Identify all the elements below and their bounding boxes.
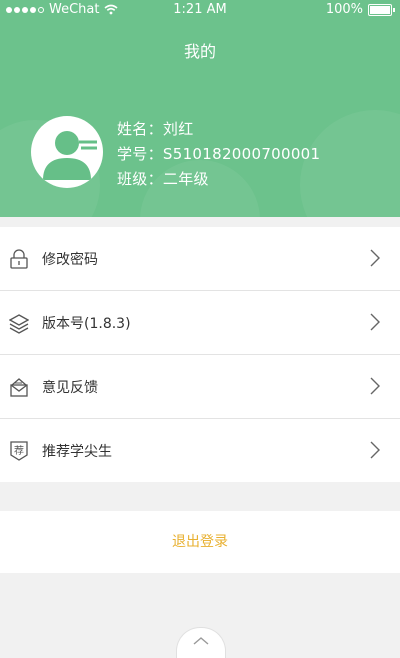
bottom-tab-bump[interactable] xyxy=(176,627,226,658)
chevron-right-icon xyxy=(370,249,380,267)
recommend-badge-icon: 荐 xyxy=(10,441,28,461)
menu-item-version[interactable]: 版本号(1.8.3) xyxy=(0,291,400,355)
layers-icon xyxy=(9,314,29,334)
menu-item-change-password[interactable]: 修改密码 xyxy=(0,227,400,291)
feedback-icon xyxy=(10,378,28,397)
svg-text:荐: 荐 xyxy=(14,445,24,457)
lock-icon xyxy=(10,249,28,269)
battery-percent: 100% xyxy=(325,2,363,17)
menu-item-label: 版本号(1.8.3) xyxy=(42,316,131,332)
settings-menu: 修改密码 版本号(1.8.3) 意见反馈 荐 推荐学尖生 xyxy=(0,227,400,482)
menu-item-recommend[interactable]: 荐 推荐学尖生 xyxy=(0,419,400,482)
logout-button[interactable]: 退出登录 xyxy=(0,511,400,573)
profile-student-id: 学号：S510182000700001 xyxy=(117,145,321,163)
menu-item-label: 意见反馈 xyxy=(42,380,98,396)
profile-grade: 班级：二年级 xyxy=(117,170,209,188)
status-right: 100% xyxy=(325,2,395,17)
battery-icon xyxy=(368,3,395,16)
menu-item-label: 推荐学尖生 xyxy=(42,444,112,460)
menu-item-feedback[interactable]: 意见反馈 xyxy=(0,355,400,419)
chevron-up-icon xyxy=(193,637,209,645)
profile-name: 姓名：刘红 xyxy=(117,120,194,138)
chevron-right-icon xyxy=(370,313,380,331)
status-bar: WeChat 1:21 AM 100% xyxy=(0,0,400,20)
menu-item-label: 修改密码 xyxy=(42,252,98,268)
profile-header: WeChat 1:21 AM 100% 我的 姓名：刘红 学号：S5101820… xyxy=(0,0,400,217)
user-silhouette-icon xyxy=(43,131,97,180)
chevron-right-icon xyxy=(370,377,380,395)
chevron-right-icon xyxy=(370,441,380,459)
page-title: 我的 xyxy=(183,42,216,61)
avatar[interactable] xyxy=(31,116,103,188)
